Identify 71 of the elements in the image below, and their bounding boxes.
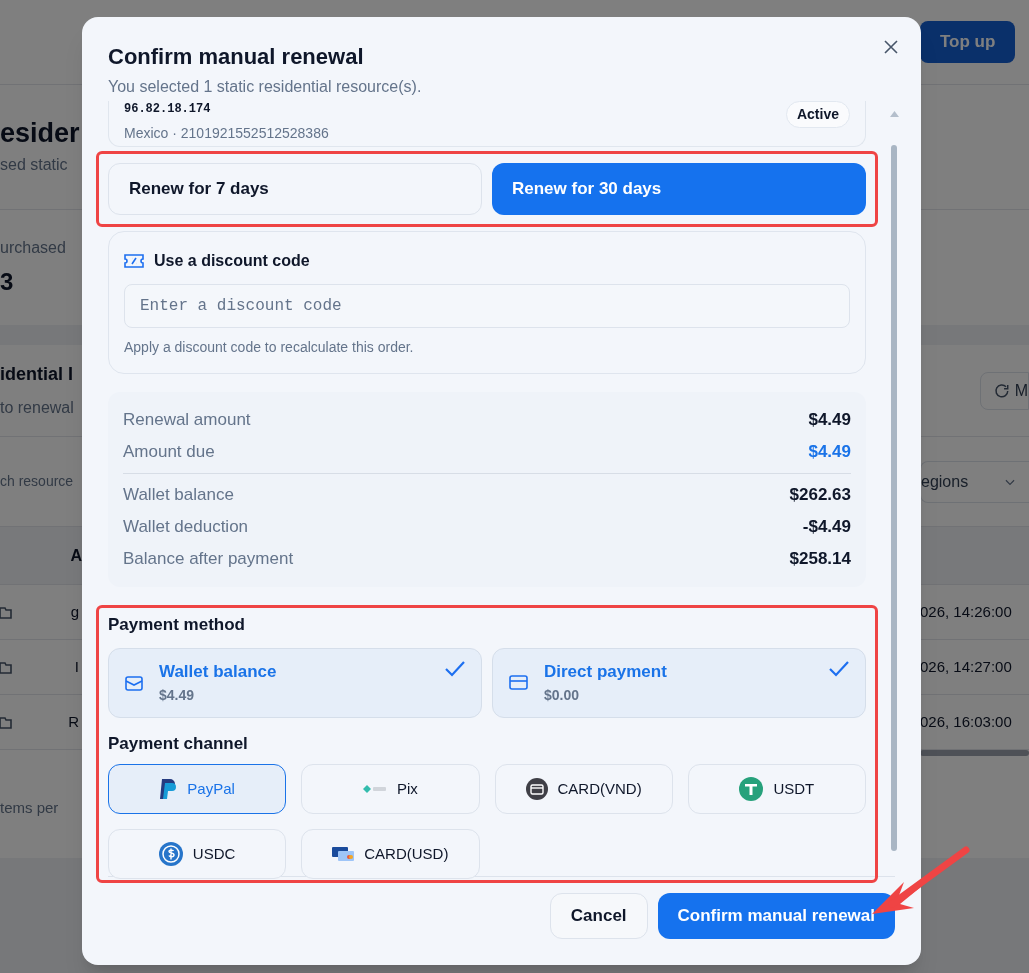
confirm-button[interactable]: Confirm manual renewal	[657, 893, 895, 939]
summary-label: Balance after payment	[123, 548, 294, 571]
table-cell-text: g	[70, 601, 79, 622]
column-header: A	[70, 545, 82, 566]
duration-option[interactable]: Renew for 7 days	[108, 163, 482, 215]
payment-channel-option[interactable]: USDC	[108, 829, 287, 879]
summary-label: Wallet deduction	[123, 516, 249, 539]
credit-card-icon	[509, 675, 528, 690]
table-cell-text: I	[74, 656, 79, 677]
payment-channel-option[interactable]: Pix	[301, 764, 480, 814]
payment-method-name: Direct payment	[544, 661, 668, 684]
logo-icon	[739, 777, 764, 801]
checkmark-icon	[445, 660, 465, 677]
discount-hint: Apply a discount code to recalculate this order.	[124, 338, 415, 357]
refresh-icon	[993, 381, 1011, 400]
section-subtitle: to renewal	[0, 398, 74, 418]
payment-channel-option[interactable]: CARD(USD)	[301, 829, 480, 879]
payment-method-option[interactable]: Direct payment $0.00	[492, 647, 866, 718]
resource-meta: Mexico · 2101921552512528386	[124, 124, 329, 143]
discount-title: Use a discount code	[154, 251, 310, 271]
duration-option[interactable]: Renew for 30 days	[492, 163, 866, 215]
ticket-icon	[124, 254, 144, 268]
section-title: Payment method	[108, 614, 246, 636]
pagination-label: tems per	[0, 797, 59, 818]
table-cell-text: 026, 14:26:00	[920, 601, 1012, 622]
close-icon	[884, 40, 898, 54]
page-heading: esider	[0, 117, 80, 149]
discount-code-field[interactable]: Enter a discount code	[124, 284, 850, 328]
stat-label: urchased	[0, 237, 66, 258]
status-badge: Active	[785, 101, 850, 128]
payment-method-amount: $4.49	[159, 685, 196, 705]
horizontal-scrollbar[interactable]	[920, 750, 1029, 756]
cancel-button[interactable]: Cancel	[549, 893, 648, 939]
search-field[interactable]: ch resource	[0, 471, 74, 492]
cards-icon	[332, 847, 355, 861]
folder-icon	[0, 715, 12, 729]
summary-value: $262.63	[789, 484, 851, 507]
summary-value: $258.14	[789, 548, 851, 571]
scroll-up-icon[interactable]	[889, 111, 899, 117]
logo-icon	[158, 842, 183, 866]
table-cell-text: R	[68, 711, 79, 732]
dialog-title: Confirm manual renewal	[108, 43, 364, 71]
payment-method-name: Wallet balance	[159, 661, 278, 684]
payment-channel-option[interactable]: USDT	[687, 764, 866, 814]
section-title: idential I	[0, 363, 73, 386]
checkmark-icon	[829, 660, 849, 677]
payment-channel-option[interactable]: PayPal	[108, 764, 287, 814]
refresh-button[interactable]: M	[980, 371, 1029, 410]
summary-value: -$4.49	[802, 516, 851, 539]
folder-icon	[0, 605, 12, 619]
summary-value: $4.49	[808, 409, 851, 432]
stat-value: 3	[0, 266, 14, 297]
page-subtitle: sed static	[0, 155, 68, 175]
payment-method-option[interactable]: Wallet balance $4.49	[108, 647, 482, 718]
ip-address: 96.82.18.174	[124, 103, 212, 115]
top-up-button[interactable]: Top up	[920, 21, 1016, 63]
payment-method-amount: $0.00	[544, 685, 581, 705]
logo-icon	[159, 778, 178, 800]
summary-label: Wallet balance	[123, 484, 234, 507]
summary-label: Amount due	[123, 441, 215, 464]
table-cell-text: 026, 14:27:00	[920, 656, 1012, 677]
section-title: Payment channel	[108, 732, 249, 755]
dialog-subtitle: You selected 1 static residential resource(s).	[108, 77, 422, 97]
summary-value: $4.49	[808, 441, 851, 464]
scrollbar-thumb[interactable]	[891, 145, 897, 851]
logo-icon	[362, 784, 387, 794]
summary-label: Renewal amount	[123, 409, 251, 432]
folder-icon	[0, 660, 12, 674]
table-cell-text: 026, 16:03:00	[920, 711, 1012, 732]
card-icon	[525, 778, 548, 800]
payment-channel-option[interactable]: CARD(VND)	[494, 764, 673, 814]
